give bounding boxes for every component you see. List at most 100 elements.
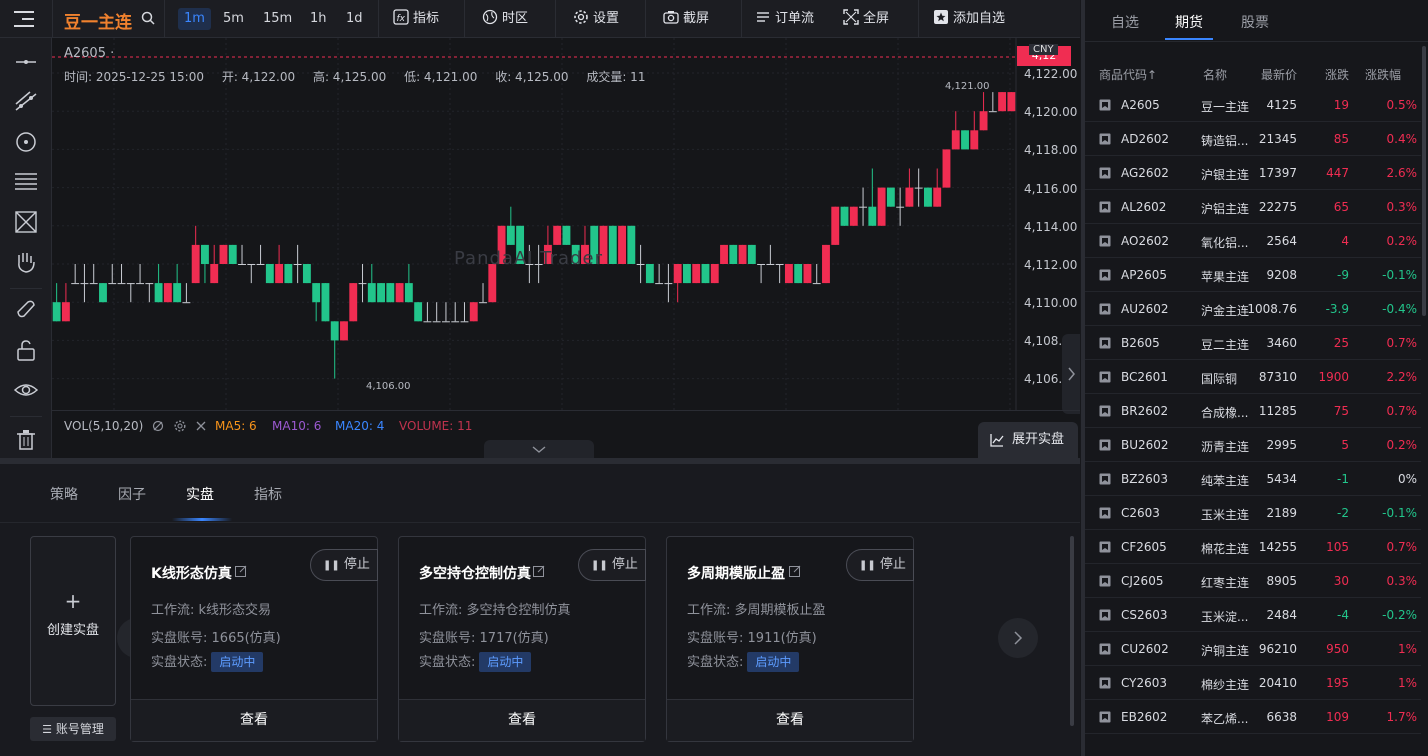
trash-icon[interactable] — [12, 426, 40, 454]
hand-icon[interactable] — [12, 248, 40, 276]
quote-price: 5434 — [1266, 472, 1297, 486]
fibonacci-icon[interactable] — [12, 168, 40, 196]
circle-target-icon[interactable] — [12, 128, 40, 156]
stop-button[interactable]: ❚❚ 停止 — [310, 549, 378, 581]
bookmark-icon[interactable] — [1099, 439, 1111, 451]
quote-row[interactable]: A2605 豆一主连 4125 19 0.5% — [1085, 88, 1421, 122]
timeframe-15m[interactable]: 15m — [257, 8, 298, 30]
bookmark-icon[interactable] — [1099, 133, 1111, 145]
candle — [256, 244, 265, 265]
screenshot-button[interactable]: 截屏 — [663, 8, 709, 30]
horizontal-line-icon[interactable] — [12, 48, 40, 76]
tab-strategy[interactable]: 策略 — [50, 484, 78, 504]
menu-icon[interactable] — [14, 9, 36, 29]
quote-row[interactable]: BZ2603 纯苯主连 5434 -1 0% — [1085, 462, 1421, 496]
create-live-button[interactable]: + 创建实盘 — [30, 536, 116, 706]
quote-row[interactable]: AO2602 氧化铝... 2564 4 0.2% — [1085, 224, 1421, 258]
hide-icon[interactable] — [152, 420, 164, 432]
symbol-name[interactable]: 豆一主连 — [64, 8, 132, 33]
quote-row[interactable]: BU2602 沥青主连 2995 5 0.2% — [1085, 428, 1421, 462]
candlestick-chart[interactable]: A2605 · 时间: 2025-12-25 15:00 开: 4,122.00… — [52, 38, 1080, 458]
collapse-handle[interactable] — [484, 440, 594, 458]
quote-row[interactable]: CS2603 玉米淀... 2484 -4 -0.2% — [1085, 598, 1421, 632]
fullscreen-button[interactable]: 全屏 — [843, 8, 889, 30]
tab-live[interactable]: 实盘 — [186, 484, 214, 504]
add-watchlist-button[interactable]: 添加自选 — [933, 8, 1005, 30]
tab-stocks[interactable]: 股票 — [1241, 12, 1269, 32]
quote-row[interactable]: AP2605 苹果主连 9208 -9 -0.1% — [1085, 258, 1421, 292]
quote-row[interactable]: CU2602 沪铜主连 96210 950 1% — [1085, 632, 1421, 666]
bookmark-icon[interactable] — [1099, 541, 1111, 553]
quote-row[interactable]: CY2603 棉纱主连 20410 195 1% — [1085, 666, 1421, 700]
expand-live-button[interactable]: 展开实盘 — [978, 422, 1078, 458]
header-name[interactable]: 名称 — [1203, 66, 1227, 83]
edit-icon[interactable] — [235, 565, 247, 577]
header-code[interactable]: 商品代码↑ — [1099, 66, 1157, 83]
indicator-button[interactable]: fx 指标 — [393, 8, 439, 30]
orderflow-button[interactable]: 订单流 — [755, 8, 814, 30]
stop-button[interactable]: ❚❚ 停止 — [846, 549, 914, 581]
bookmark-icon[interactable] — [1099, 371, 1111, 383]
bookmark-icon[interactable] — [1099, 575, 1111, 587]
bookmark-icon[interactable] — [1099, 405, 1111, 417]
bookmark-icon[interactable] — [1099, 609, 1111, 621]
timeframe-1h[interactable]: 1h — [304, 8, 333, 30]
quote-row[interactable]: BC2601 国际铜 87310 1900 2.2% — [1085, 360, 1421, 394]
timezone-button[interactable]: 时区 — [482, 8, 528, 30]
pattern-icon[interactable] — [12, 208, 40, 236]
header-price[interactable]: 最新价 — [1261, 66, 1297, 83]
scrollbar[interactable] — [1422, 46, 1426, 316]
timeframe-1m[interactable]: 1m — [178, 8, 211, 30]
quote-row[interactable]: CJ2605 红枣主连 8905 30 0.3% — [1085, 564, 1421, 598]
header-pct[interactable]: 涨跌幅 — [1365, 66, 1401, 83]
bookmark-icon[interactable] — [1099, 711, 1111, 723]
quote-row[interactable]: CF2605 棉花主连 14255 105 0.7% — [1085, 530, 1421, 564]
bookmark-icon[interactable] — [1099, 269, 1111, 281]
quote-row[interactable]: EB2602 苯乙烯... 6638 109 1.7% — [1085, 700, 1421, 734]
bookmark-icon[interactable] — [1099, 303, 1111, 315]
tab-futures[interactable]: 期货 — [1175, 12, 1203, 32]
account-management-button[interactable]: ☰ 账号管理 — [30, 717, 116, 741]
gear-icon[interactable] — [174, 420, 186, 432]
view-button[interactable]: 查看 — [131, 699, 377, 741]
timeframe-5m[interactable]: 5m — [217, 8, 250, 30]
unlock-icon[interactable] — [12, 336, 40, 364]
tab-watchlist[interactable]: 自选 — [1111, 12, 1139, 32]
bookmark-icon[interactable] — [1099, 337, 1111, 349]
bookmark-icon[interactable] — [1099, 167, 1111, 179]
scrollbar[interactable] — [1070, 536, 1074, 726]
tab-indicator[interactable]: 指标 — [254, 484, 282, 504]
tab-factor[interactable]: 因子 — [118, 484, 146, 504]
bookmark-icon[interactable] — [1099, 643, 1111, 655]
stop-button[interactable]: ❚❚ 停止 — [578, 549, 646, 581]
scroll-right-handle[interactable] — [1062, 334, 1080, 414]
bookmark-icon[interactable] — [1099, 201, 1111, 213]
quote-row[interactable]: BR2602 合成橡... 11285 75 0.7% — [1085, 394, 1421, 428]
bookmark-icon[interactable] — [1099, 473, 1111, 485]
timeframe-1d[interactable]: 1d — [340, 8, 369, 30]
bookmark-icon[interactable] — [1099, 677, 1111, 689]
quote-row[interactable]: C2603 玉米主连 2189 -2 -0.1% — [1085, 496, 1421, 530]
chart-canvas[interactable] — [52, 38, 1080, 410]
search-icon[interactable] — [141, 11, 155, 25]
next-page-button[interactable] — [998, 618, 1038, 658]
settings-button[interactable]: 设置 — [573, 8, 619, 30]
bookmark-icon[interactable] — [1099, 507, 1111, 519]
quote-row[interactable]: AD2602 铸造铝... 21345 85 0.4% — [1085, 122, 1421, 156]
trend-line-icon[interactable] — [12, 88, 40, 116]
close-icon[interactable] — [195, 420, 207, 432]
quote-row[interactable]: AG2602 沪银主连 17397 447 2.6% — [1085, 156, 1421, 190]
quote-row[interactable]: AU2602 沪金主连 1008.76 -3.9 -0.4% — [1085, 292, 1421, 326]
magnet-icon[interactable] — [12, 296, 40, 324]
bookmark-icon[interactable] — [1099, 235, 1111, 247]
edit-icon[interactable] — [789, 565, 801, 577]
quote-price: 6638 — [1266, 710, 1297, 724]
quote-row[interactable]: B2605 豆二主连 3460 25 0.7% — [1085, 326, 1421, 360]
edit-icon[interactable] — [533, 565, 545, 577]
view-button[interactable]: 查看 — [667, 699, 913, 741]
bookmark-icon[interactable] — [1099, 99, 1111, 111]
quote-row[interactable]: AL2602 沪铝主连 22275 65 0.3% — [1085, 190, 1421, 224]
header-change[interactable]: 涨跌 — [1325, 66, 1349, 83]
view-button[interactable]: 查看 — [399, 699, 645, 741]
eye-icon[interactable] — [12, 376, 40, 404]
